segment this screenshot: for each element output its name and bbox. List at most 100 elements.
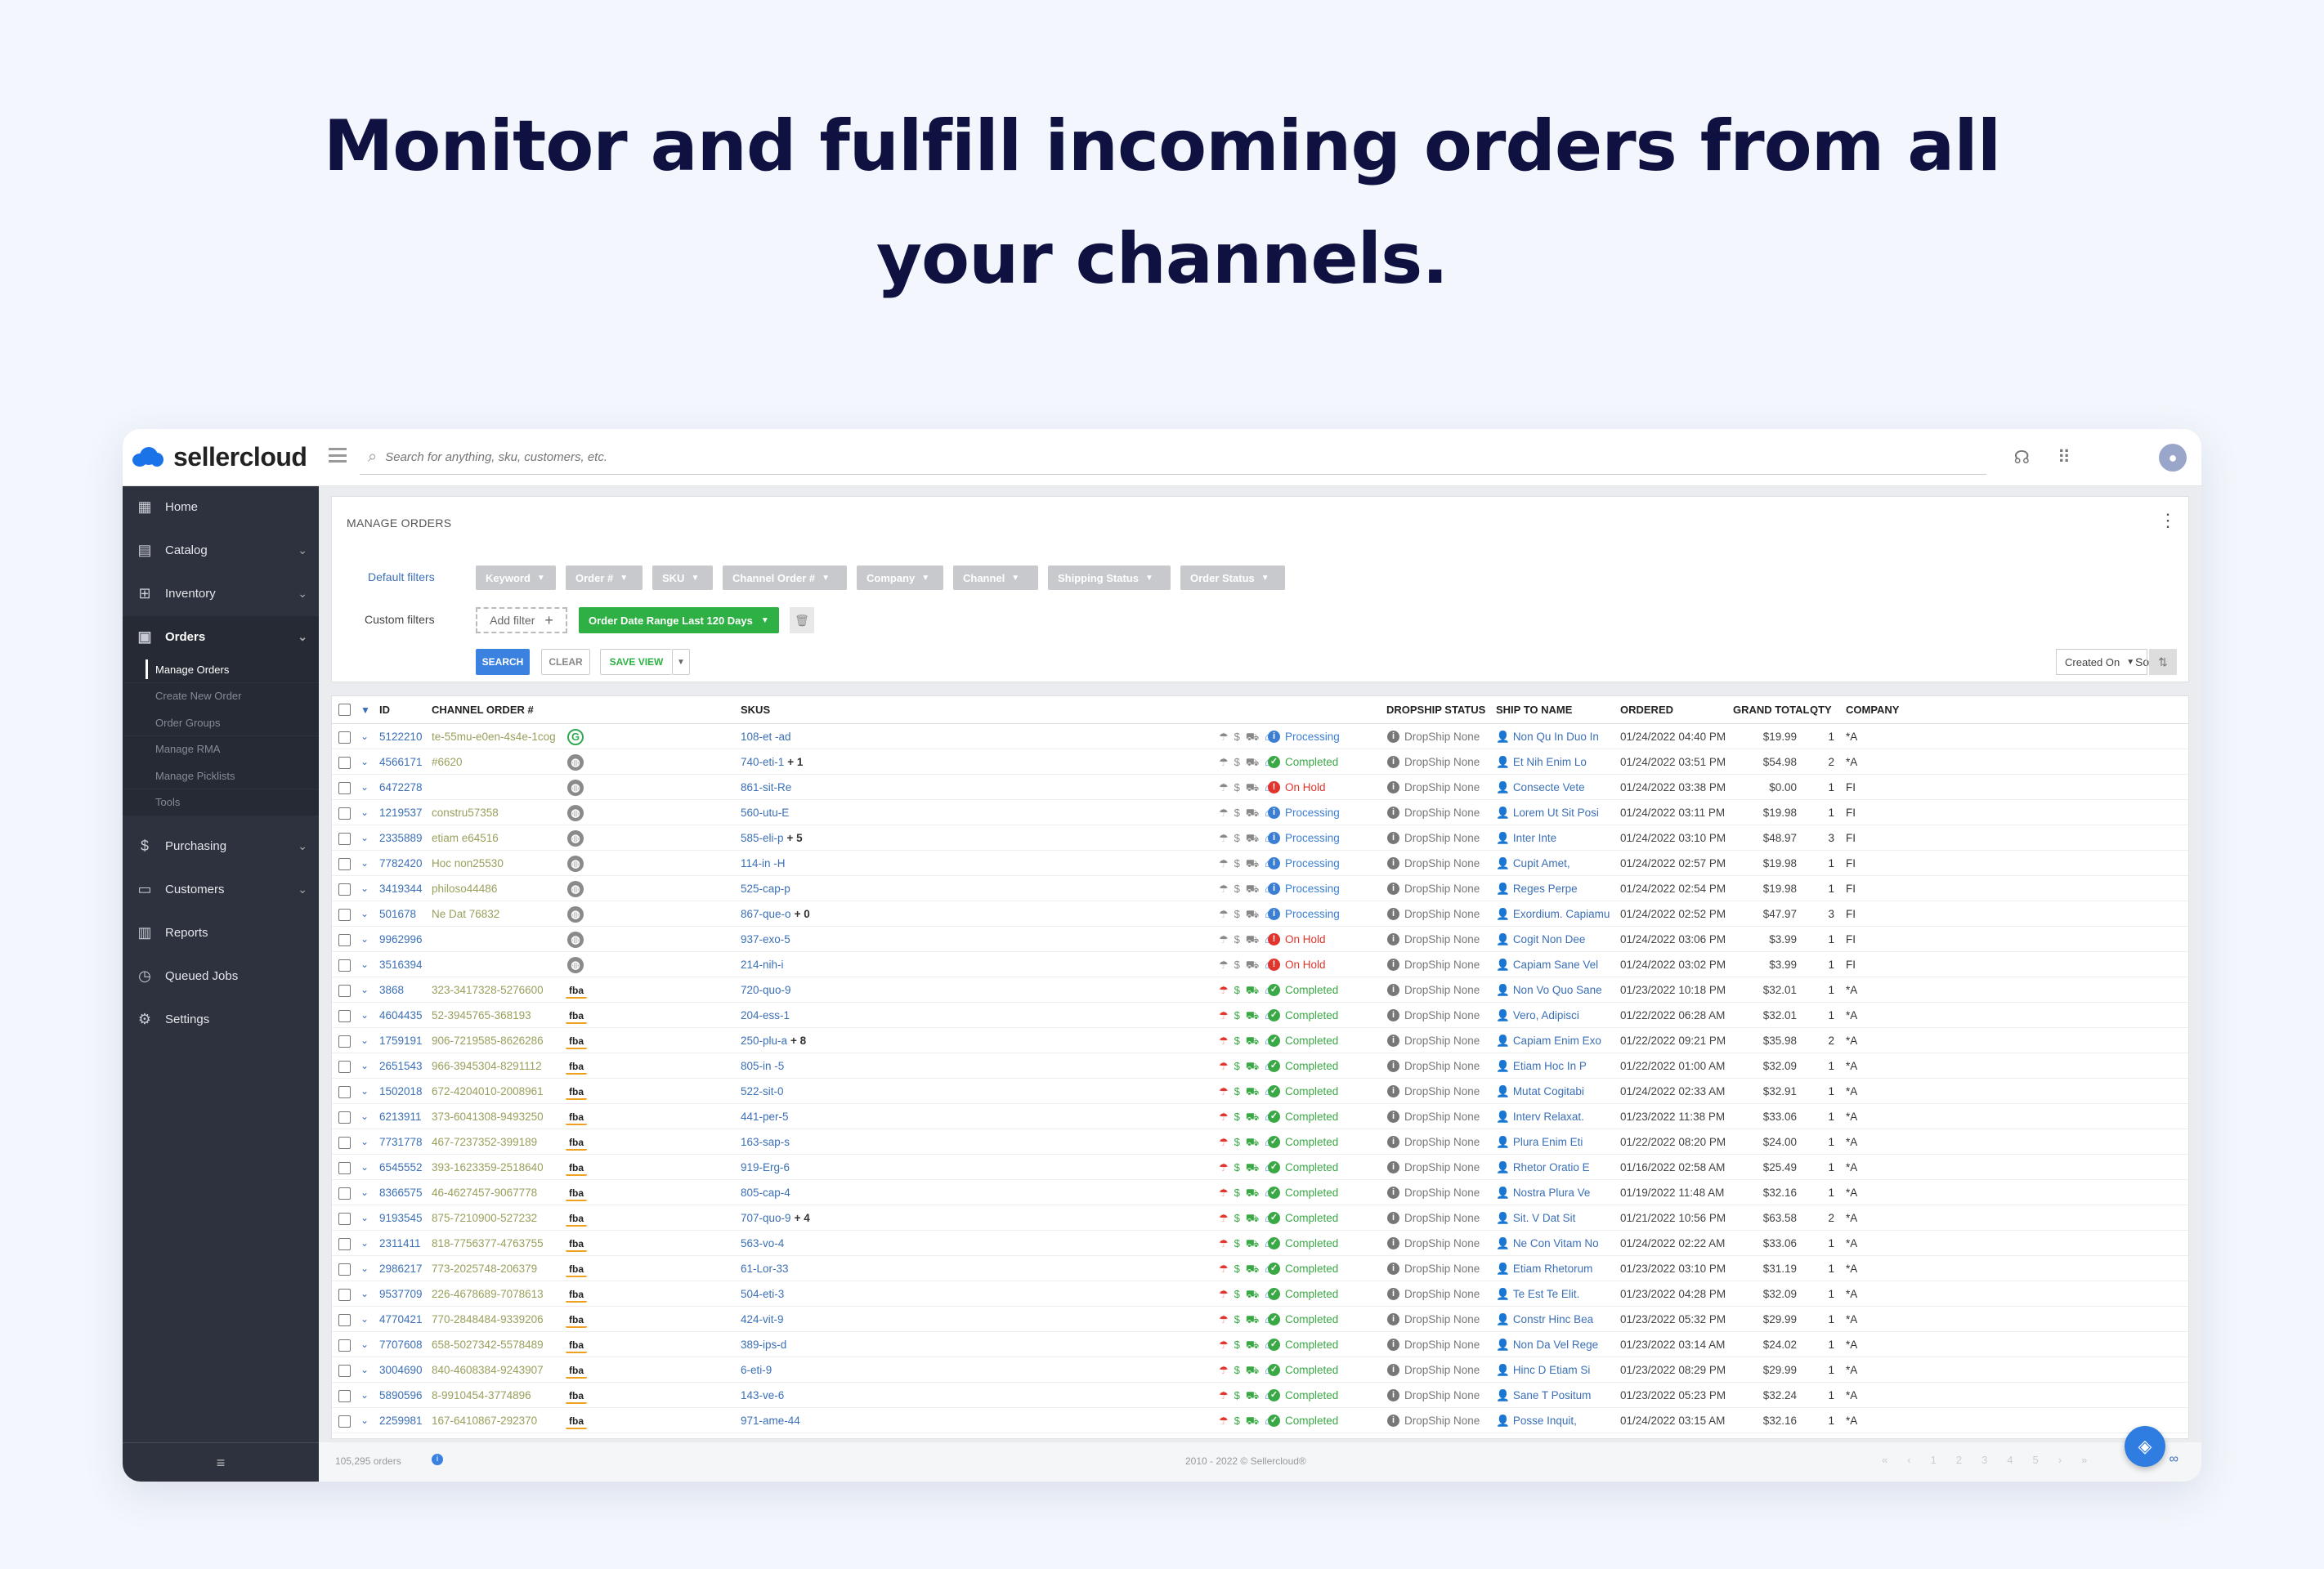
ship-to-name[interactable]: 👤 Capiam Enim Exo [1496,1028,1617,1053]
order-id[interactable]: 3516394 [379,952,423,977]
ship-to-name[interactable]: 👤 Posse Inquit, [1496,1408,1617,1433]
sku-link[interactable]: 522-sit-0 [741,1085,784,1097]
expand-row-icon[interactable]: ⌄ [360,724,369,749]
order-id[interactable]: 7731778 [379,1129,423,1155]
ship-to-name[interactable]: 👤 Non Vo Quo Sane [1496,977,1617,1003]
col-company[interactable]: COMPANY [1846,696,1899,724]
add-filter-button[interactable]: Add filter + [476,607,567,633]
order-id[interactable]: 1759191 [379,1028,423,1053]
ship-to-name[interactable]: 👤 Mutat Cogitabi [1496,1079,1617,1104]
search-input[interactable] [385,450,1857,464]
ship-to-name[interactable]: 👤 Ne Con Vitam No [1496,1231,1617,1256]
table-row[interactable]: ⌄ 1798834 153-2574263-5655541 fba 537-est-a ☂… [332,1433,2188,1438]
expand-row-icon[interactable]: ⌄ [360,851,369,876]
order-id[interactable]: 5890596 [379,1383,423,1408]
col-skus[interactable]: SKUS [741,696,770,724]
sidebar-item-settings[interactable]: ⚙ Settings [123,999,319,1039]
table-row[interactable]: ⌄ 5122210 te-55mu-e0en-4s4e-1cog G 108-et -a… [332,724,2188,749]
expand-row-icon[interactable]: ⌄ [360,952,369,977]
sku-link[interactable]: 143-ve-6 [741,1389,784,1401]
row-checkbox[interactable] [338,1263,351,1276]
ship-to-name[interactable]: 👤 Consecte Vete [1496,775,1617,800]
expand-all-icon[interactable]: ▼ [360,696,370,724]
row-checkbox[interactable] [338,883,351,896]
table-row[interactable]: ⌄ 9193545 875-7210900-527232 fba 707-quo-9 + … [332,1205,2188,1231]
order-id[interactable]: 2986217 [379,1256,423,1281]
ship-to-name[interactable]: 👤 Sit. V Dat Sit [1496,1205,1617,1231]
order-id[interactable]: 7782420 [379,851,423,876]
ship-to-name[interactable]: 👤 Reges Perpe [1496,876,1617,901]
ship-to-name[interactable]: 👤 Plura Enim Eti [1496,1129,1617,1155]
table-row[interactable]: ⌄3419344philoso44486◍525-cap-p☂$⛟⌂iProce… [332,876,2188,901]
table-row[interactable]: ⌄1219537constru57358◍560-utu-E☂$⛟⌂iProce… [332,800,2188,825]
table-row[interactable]: ⌄ 7731778 467-7237352-399189 fba 163-sap-s ☂ $… [332,1129,2188,1155]
order-id[interactable]: 501678 [379,901,416,927]
filter-chip-sku[interactable]: SKU ▼ [652,565,713,590]
page-number[interactable]: 3 [1981,1454,1987,1466]
expand-row-icon[interactable]: ⌄ [360,775,369,800]
expand-row-icon[interactable]: ⌄ [360,1408,369,1433]
order-id[interactable]: 7707608 [379,1332,423,1357]
row-checkbox[interactable] [338,1314,351,1326]
page-number[interactable]: 4 [2007,1454,2013,1466]
expand-row-icon[interactable]: ⌄ [360,901,369,927]
order-id[interactable]: 2259981 [379,1408,423,1433]
table-row[interactable]: ⌄ 7707608 658-5027342-5578489 fba 389-ips-d ☂… [332,1332,2188,1357]
row-checkbox[interactable] [338,1010,351,1022]
headset-icon[interactable]: ☊ [2013,447,2030,468]
sku-link[interactable]: 563-vo-4 [741,1237,784,1249]
default-filters-label[interactable]: Default filters [368,570,435,583]
col-ship-to-name[interactable]: SHIP TO NAME [1496,696,1572,724]
sku-extra-count[interactable]: + 4 [795,1212,810,1224]
order-id[interactable]: 9962996 [379,927,423,952]
sku-link[interactable]: 424-vit-9 [741,1313,784,1325]
sidebar-item-reports[interactable]: ▥ Reports [123,912,319,953]
user-avatar[interactable]: ● [2159,444,2187,472]
row-checkbox[interactable] [338,1415,351,1428]
table-row[interactable]: ⌄7782420Hoc non25530◍114-in -H☂$⛟⌂iProce… [332,851,2188,876]
order-id[interactable]: 9537709 [379,1281,423,1307]
expand-row-icon[interactable]: ⌄ [360,1079,369,1104]
row-checkbox[interactable] [338,1137,351,1149]
filter-chip-company[interactable]: Company ▼ [857,565,943,590]
filter-chip-channel[interactable]: Channel ▼ [953,565,1038,590]
col-dropship-status[interactable]: DROPSHIP STATUS [1386,696,1485,724]
order-id[interactable]: 3419344 [379,876,423,901]
sku-link[interactable]: 861-sit-Re [741,781,791,793]
table-row[interactable]: ⌄ 4770421 770-2848484-9339206 fba 424-vit-9 ☂… [332,1307,2188,1332]
order-id[interactable]: 2335889 [379,825,423,851]
col-channel-order[interactable]: CHANNEL ORDER # [432,696,534,724]
layers-fab-button[interactable]: ◈ [2125,1426,2165,1467]
order-id[interactable]: 3004690 [379,1357,423,1383]
table-row[interactable]: ⌄58905968-9910454-3774896fba143-ve-6☂$⛟⌂… [332,1383,2188,1408]
expand-row-icon[interactable]: ⌄ [360,1003,369,1028]
sku-link[interactable]: 707-quo-9 [741,1212,791,1224]
order-id[interactable]: 3868 [379,977,404,1003]
logo[interactable]: sellercloud [132,440,307,473]
sku-link[interactable]: 504-eti-3 [741,1288,784,1300]
expand-row-icon[interactable]: ⌄ [360,1332,369,1357]
select-all-checkbox[interactable] [338,704,351,716]
row-checkbox[interactable] [338,1086,351,1098]
table-row[interactable]: ⌄3516394◍214-nih-i☂$⛟⌂!On HoldiDropShip … [332,952,2188,977]
col-qty[interactable]: QTY [1810,696,1832,724]
sidebar-item-orders[interactable]: ▣ Orders ⌄ [123,616,319,657]
sku-extra-count[interactable]: + 5 [787,832,803,844]
ship-to-name[interactable]: 👤 Te Est Te Elit. [1496,1281,1617,1307]
info-icon[interactable]: i [432,1454,443,1465]
row-checkbox[interactable] [338,1390,351,1402]
table-row[interactable]: ⌄ 6213911 373-6041308-9493250 fba 441-per-5 ☂… [332,1104,2188,1129]
menu-toggle-icon[interactable] [329,448,347,463]
order-id[interactable]: 1219537 [379,800,423,825]
sidebar-subitem-tools[interactable]: Tools [123,789,319,816]
order-id[interactable]: 2311411 [379,1231,421,1256]
sidebar-subitem-manage-picklists[interactable]: Manage Picklists [123,762,319,789]
table-row[interactable]: ⌄ 4604435 52-3945765-368193 fba 204-ess-1 ☂ $ ⛟… [332,1003,2188,1028]
pager-next-icon[interactable]: » [2081,1454,2087,1466]
sku-link[interactable]: 108-et -ad [741,731,791,743]
ship-to-name[interactable]: 👤 Interv Relaxat. [1496,1104,1617,1129]
order-id[interactable]: 5122210 [379,724,423,749]
sku-link[interactable]: 214-nih-i [741,959,784,971]
ship-to-name[interactable]: 👤 Et Nih Enim Lo [1496,749,1617,775]
order-id[interactable]: 8366575 [379,1180,423,1205]
